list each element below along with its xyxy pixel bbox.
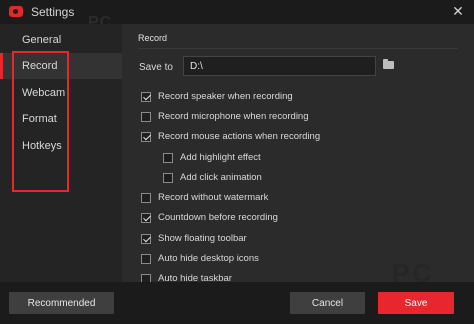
cancel-button[interactable]: Cancel [290,292,365,314]
sidebar-item-label: General [22,34,62,46]
option-label: Add highlight effect [180,152,261,163]
recommended-button[interactable]: Recommended [9,292,114,314]
checkbox-floating-toolbar[interactable]: Show floating toolbar [141,233,247,244]
section-title: Record [138,33,168,43]
sidebar-item-general[interactable]: General [0,27,122,53]
option-label: Countdown before recording [158,212,278,223]
recorder-icon [9,6,23,17]
save-to-label: Save to [139,62,173,73]
window-title: Settings [31,5,75,19]
save-path-input[interactable] [183,56,376,76]
checkbox-icon[interactable] [141,233,151,244]
checkbox-icon[interactable] [141,212,151,223]
divider [138,48,458,49]
checkbox-without-watermark[interactable]: Record without watermark [141,192,268,203]
option-label: Record mouse actions when recording [158,131,321,142]
footer: Recommended Cancel Save [0,282,474,324]
title-bar: Settings ✕ [0,0,474,24]
checkbox-record-mouse[interactable]: Record mouse actions when recording [141,131,320,142]
checkbox-record-microphone[interactable]: Record microphone when recording [141,111,309,122]
checkbox-countdown[interactable]: Countdown before recording [141,212,278,223]
highlight-box [12,51,69,192]
close-icon[interactable]: ✕ [450,3,466,19]
checkbox-icon[interactable] [141,91,151,102]
sidebar: General Record Webcam Format Hotkeys [0,24,122,324]
checkbox-icon[interactable] [163,152,173,163]
save-button[interactable]: Save [378,292,454,314]
option-label: Auto hide desktop icons [158,253,259,264]
checkbox-icon[interactable] [141,131,151,142]
record-panel: Record Save to Record speaker when recor… [122,24,474,284]
checkbox-highlight-effect[interactable]: Add highlight effect [163,152,261,163]
checkbox-icon[interactable] [141,253,151,264]
scrollbar[interactable] [462,24,474,282]
checkbox-click-animation[interactable]: Add click animation [163,172,262,183]
option-label: Add click animation [180,172,262,183]
option-label: Record microphone when recording [158,111,309,122]
folder-icon[interactable] [383,59,394,69]
option-label: Record without watermark [158,192,269,203]
checkbox-icon[interactable] [163,172,173,183]
option-label: Record speaker when recording [158,91,293,102]
checkbox-record-speaker[interactable]: Record speaker when recording [141,91,293,102]
checkbox-hide-desktop-icons[interactable]: Auto hide desktop icons [141,253,259,264]
checkbox-icon[interactable] [141,111,151,122]
checkbox-icon[interactable] [141,192,151,203]
option-label: Show floating toolbar [158,233,247,244]
